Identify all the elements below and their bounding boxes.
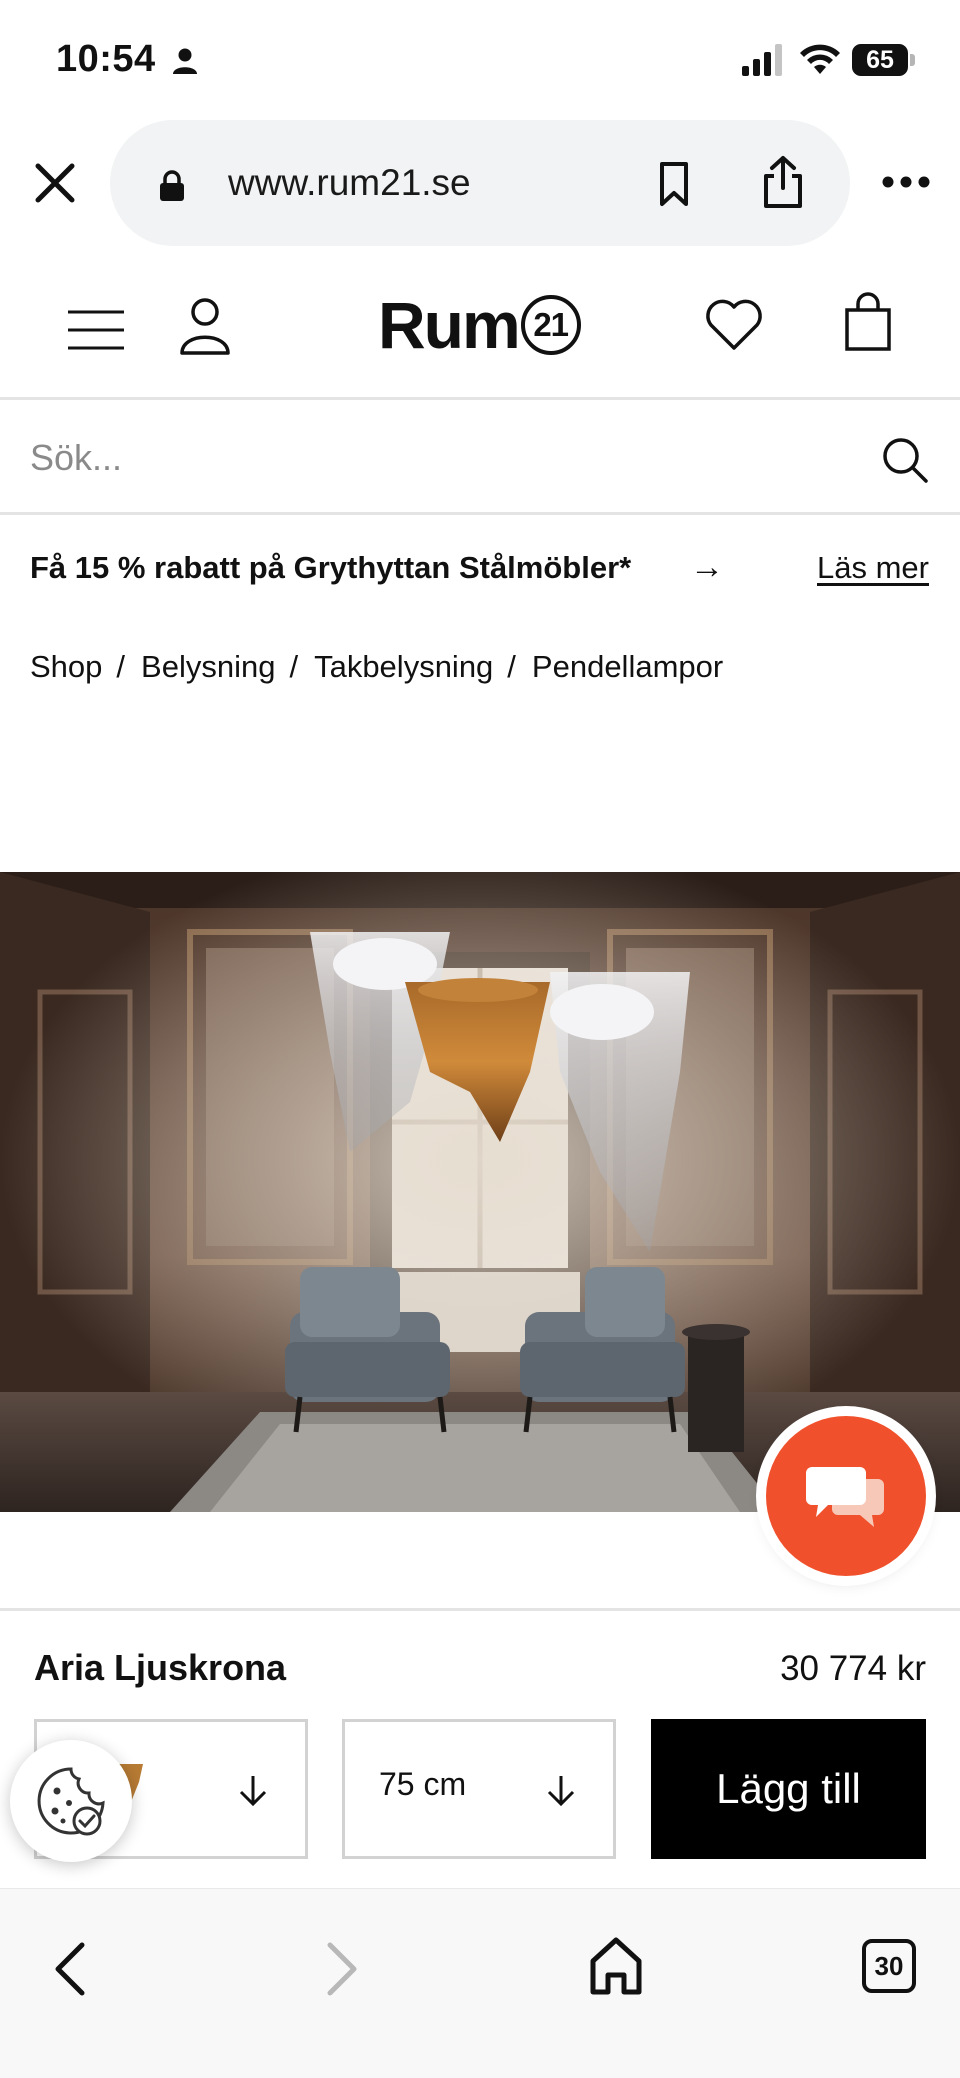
promo-banner: Få 15 % rabatt på Grythyttan Stålmöbler*… <box>0 540 960 600</box>
wifi-icon <box>800 44 840 74</box>
shopping-bag-icon[interactable] <box>842 292 894 352</box>
address-bar[interactable]: www.rum21.se <box>110 120 850 246</box>
search-icon[interactable] <box>880 435 930 485</box>
breadcrumb: Shop / Belysning / Takbelysning / Pendel… <box>30 645 723 689</box>
breadcrumb-separator: / <box>507 649 516 684</box>
breadcrumb-item-pendant-lamps[interactable]: Pendellampor <box>532 649 723 685</box>
bookmark-icon[interactable] <box>654 160 694 208</box>
cellular-signal-icon <box>742 44 782 76</box>
site-header: Rum 21 <box>0 260 960 400</box>
home-icon[interactable] <box>588 1935 644 1997</box>
room-scene-illustration <box>0 872 960 1512</box>
cookie-settings-button[interactable] <box>10 1740 132 1862</box>
breadcrumb-item-lighting[interactable]: Belysning <box>141 649 275 685</box>
add-to-cart-button[interactable]: Lägg till <box>651 1719 926 1859</box>
battery-level: 65 <box>852 44 908 76</box>
breadcrumb-separator: / <box>289 649 299 684</box>
arrow-right-icon: → <box>690 548 724 586</box>
browser-bar: www.rum21.se <box>0 118 960 252</box>
site-logo[interactable]: Rum 21 <box>378 288 581 362</box>
battery-cap <box>910 54 915 66</box>
cookie-icon <box>37 1767 105 1836</box>
logo-number: 21 <box>520 295 581 355</box>
person-icon <box>173 48 197 74</box>
logo-text: Rum <box>378 288 521 362</box>
product-price: 30 774 kr <box>780 1649 926 1688</box>
size-select[interactable]: 75 cm <box>342 1719 616 1859</box>
chat-bubbles-icon <box>806 1467 884 1527</box>
breadcrumb-item-ceiling-lighting[interactable]: Takbelysning <box>314 649 493 685</box>
heart-icon[interactable] <box>704 296 764 352</box>
product-bar: Aria Ljuskrona 30 774 kr 75 cm Lägg till <box>0 1608 960 1888</box>
status-bar: 10:54 65 <box>0 0 960 120</box>
battery-icon: 65 <box>852 44 916 76</box>
forward-arrow-icon[interactable] <box>320 1939 364 1999</box>
tabs-button[interactable]: 30 <box>862 1939 916 1993</box>
promo-text[interactable]: Få 15 % rabatt på Grythyttan Stålmöbler* <box>30 550 631 586</box>
browser-bottom-nav: 30 <box>0 1888 960 2078</box>
back-arrow-icon[interactable] <box>48 1939 92 1999</box>
product-hero-image[interactable] <box>0 872 960 1512</box>
hamburger-menu-icon[interactable] <box>66 308 126 352</box>
lock-icon <box>160 170 184 201</box>
close-icon[interactable] <box>30 158 80 208</box>
chevron-down-icon <box>547 1776 575 1807</box>
product-name: Aria Ljuskrona <box>34 1647 287 1688</box>
status-time: 10:54 <box>56 38 156 80</box>
url-text[interactable]: www.rum21.se <box>228 162 471 204</box>
chevron-down-icon <box>239 1776 267 1807</box>
breadcrumb-item-shop[interactable]: Shop <box>30 649 102 685</box>
chat-button[interactable] <box>766 1416 926 1576</box>
search-bar <box>0 403 960 515</box>
size-value: 75 cm <box>379 1766 467 1802</box>
more-options-icon[interactable] <box>880 172 932 192</box>
search-input[interactable] <box>30 423 850 493</box>
share-icon[interactable] <box>760 154 806 210</box>
breadcrumb-separator: / <box>116 649 126 684</box>
read-more-link[interactable]: Läs mer <box>817 550 929 586</box>
account-icon[interactable] <box>178 296 232 356</box>
